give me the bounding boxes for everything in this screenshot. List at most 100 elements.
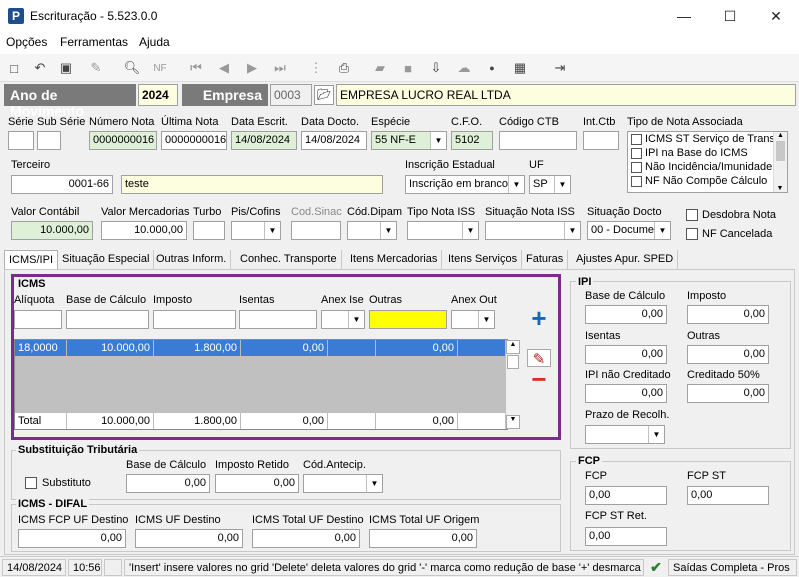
scroll-up-icon[interactable]: ▲ [506,340,520,354]
checkbox[interactable] [631,161,642,173]
turbo-field[interactable] [193,221,225,240]
subserie-field[interactable] [37,131,61,150]
cod-dipam-select[interactable]: ▼ [347,221,397,240]
especie-select[interactable]: 55 NF-E ▼ [371,131,447,150]
tipo-nota-item[interactable]: IPI na Base do ICMS [628,146,787,160]
tab-ajustes-sped[interactable]: Ajustes Apur. SPED [572,250,679,270]
prev-record-icon[interactable]: ◀ [214,58,234,78]
terceiro-code-field[interactable]: 0001-66 [11,175,113,194]
tipo-nota-item[interactable]: NF Não Compõe Cálculo [628,174,787,188]
icms-aliquota-input[interactable] [14,310,62,329]
tab-icms-ipi[interactable]: ICMS/IPI [4,250,59,270]
ipi-creditado50-field[interactable]: 0,00 [687,384,769,403]
grid-scrollbar[interactable]: ▲ ▼ [506,340,520,429]
tools-icon[interactable]: ✎ [86,58,106,78]
checkbox[interactable] [631,147,642,159]
numero-nota-field[interactable]: 0000000016 [89,131,157,150]
chevron-down-icon[interactable]: ▼ [508,176,524,193]
difal-total-destino-field[interactable]: 0,00 [252,529,360,548]
nf-cancelada-checkbox[interactable] [686,228,698,240]
ipi-isentas-field[interactable]: 0,00 [585,345,667,364]
chevron-down-icon[interactable]: ▼ [430,132,446,149]
minimize-button[interactable]: — [661,0,707,32]
fcp-field[interactable]: 0,00 [585,486,667,505]
empresa-code-field[interactable]: 0003 [270,84,312,106]
scroll-down-icon[interactable]: ▼ [506,415,520,429]
chevron-down-icon[interactable]: ▼ [648,426,664,443]
st-cod-antecip-select[interactable]: ▼ [303,474,383,493]
tipo-nota-item[interactable]: Não Incidência/Imunidade [628,160,787,174]
difal-fcp-field[interactable]: 0,00 [18,529,126,548]
situacao-nota-iss-select[interactable]: ▼ [485,221,581,240]
grid-icon[interactable]: ▦ [510,58,530,78]
tipo-nota-iss-select[interactable]: ▼ [407,221,479,240]
ipi-prazo-select[interactable]: ▼ [585,425,665,444]
chevron-down-icon[interactable]: ▼ [380,222,396,239]
difal-uf-destino-field[interactable]: 0,00 [135,529,243,548]
cib-icon[interactable]: ● [482,58,502,78]
new-icon[interactable]: □ [4,58,24,78]
valor-mercadorias-field[interactable]: 10.000,00 [101,221,187,240]
icms-base-input[interactable] [66,310,149,329]
tree-icon[interactable]: ⋮ [306,58,326,78]
chevron-down-icon[interactable]: ▼ [462,222,478,239]
cube-icon[interactable]: ■ [398,58,418,78]
list-scrollbar[interactable]: ▲ ▼ [773,132,787,192]
uf-select[interactable]: SP ▼ [529,175,571,194]
desdobra-nota-checkbox[interactable] [686,209,698,221]
menu-ferramentas[interactable]: Ferramentas [60,35,128,49]
close-button[interactable]: ✕ [753,0,799,32]
ipi-imposto-field[interactable]: 0,00 [687,305,769,324]
fcp-st-ret-field[interactable]: 0,00 [585,527,667,546]
icms-isentas-input[interactable] [239,310,317,329]
tipo-nota-item[interactable]: ICMS ST Serviço de Transp [628,132,787,146]
chevron-down-icon[interactable]: ▼ [366,475,382,492]
icms-outras-input[interactable] [369,310,447,329]
cfo-field[interactable]: 5102 [451,131,493,150]
ano-field[interactable]: 2024 [138,84,178,106]
cod-sinac-field[interactable] [291,221,341,240]
icms-anex-out-select[interactable]: ▼ [451,310,495,329]
print-icon[interactable]: ⎙ [334,58,354,78]
save-icon[interactable]: ▣ [56,58,76,78]
tab-situacao-especial[interactable]: Situação Especial [58,250,155,270]
last-record-icon[interactable]: ⏭ [270,58,290,78]
chevron-down-icon[interactable]: ▼ [478,311,494,328]
codigo-ctb-field[interactable] [499,131,577,150]
tipo-nota-list[interactable]: ICMS ST Serviço de Transp IPI na Base do… [627,131,788,193]
next-record-icon[interactable]: ▶ [242,58,262,78]
tab-itens-mercadorias[interactable]: Itens Mercadorias [346,250,443,270]
situacao-docto-select[interactable]: 00 - Documen ▼ [587,221,671,240]
tab-conhec-transporte[interactable]: Conhec. Transporte [236,250,342,270]
icms-imposto-input[interactable] [153,310,236,329]
open-folder-icon[interactable]: 📂︎ [314,85,334,105]
first-record-icon[interactable]: ⏮ [186,58,206,78]
search-doc-icon[interactable]: 🔍︎ [122,58,142,78]
chevron-down-icon[interactable]: ▼ [564,222,580,239]
table-row[interactable]: 18,0000 10.000,00 1.800,00 0,00 0,00 [15,340,505,356]
ultima-nota-field[interactable]: 0000000016 [161,131,227,150]
st-imposto-retido-field[interactable]: 0,00 [215,474,299,493]
fcp-st-field[interactable]: 0,00 [687,486,769,505]
chevron-down-icon[interactable]: ▼ [348,311,364,328]
menu-opcoes[interactable]: Opções [6,35,47,49]
download-icon[interactable]: ⇩ [426,58,446,78]
tab-outras-inform[interactable]: Outras Inform. [152,250,232,270]
scroll-up-icon[interactable]: ▲ [774,132,787,139]
add-row-icon[interactable]: + [527,305,551,331]
data-escrit-field[interactable]: 14/08/2024 [231,131,297,150]
substituto-checkbox[interactable] [25,477,37,489]
ipi-outras-field[interactable]: 0,00 [687,345,769,364]
nfe-icon[interactable]: NF [150,58,170,78]
int-ctb-field[interactable] [583,131,619,150]
valor-contabil-field[interactable]: 10.000,00 [11,221,93,240]
scroll-down-icon[interactable]: ▼ [774,185,786,192]
pis-cofins-select[interactable]: ▼ [231,221,281,240]
maximize-button[interactable]: ☐ [707,0,753,32]
scroll-thumb[interactable] [507,355,519,369]
scroll-thumb[interactable] [776,141,785,161]
serie-field[interactable] [8,131,34,150]
checkbox[interactable] [631,133,642,145]
exit-icon[interactable]: ⇥ [550,58,570,78]
checkbox[interactable] [631,175,642,187]
